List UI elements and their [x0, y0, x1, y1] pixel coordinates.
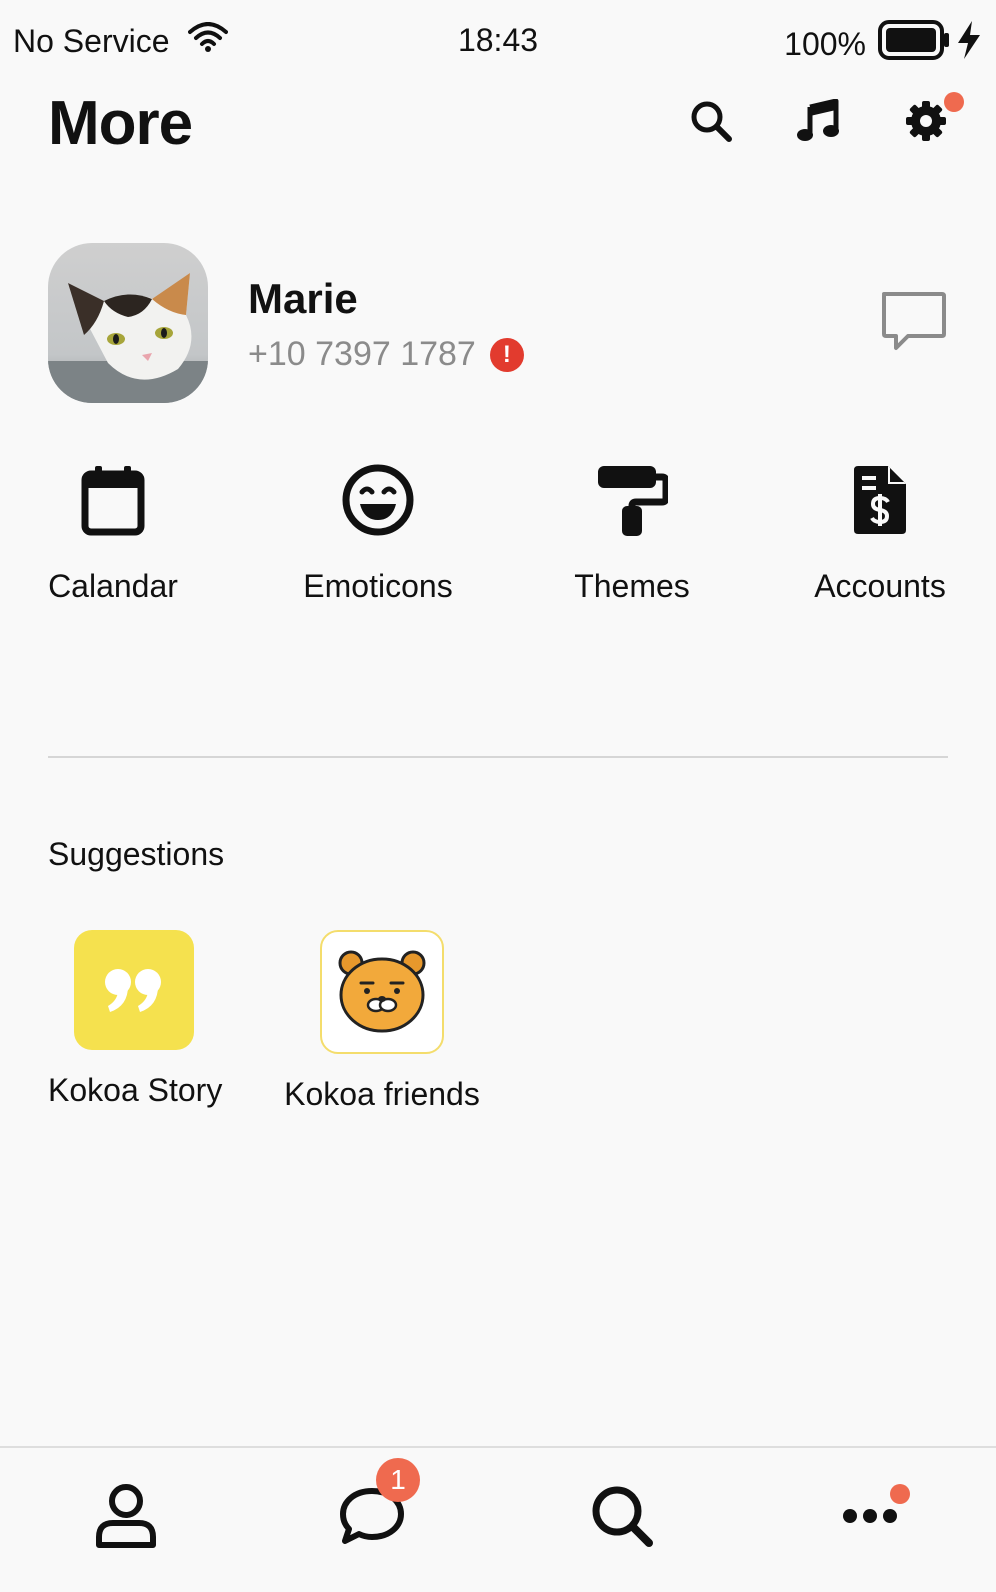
- settings-notification-dot: [944, 92, 964, 112]
- tab-search[interactable]: [582, 1478, 662, 1558]
- suggestion-label: Kokoa Story: [48, 1072, 223, 1108]
- message-bubble-icon: [878, 292, 948, 362]
- suggestions-title: Suggestions: [48, 836, 225, 872]
- battery-group: 100%: [784, 20, 982, 68]
- battery-icon: [878, 20, 950, 68]
- battery-percent: 100%: [784, 25, 866, 62]
- person-icon: [95, 1483, 157, 1554]
- profile-name: Marie: [248, 275, 358, 322]
- music-icon: [796, 98, 840, 148]
- quick-item-emoticons[interactable]: Emoticons: [268, 460, 488, 605]
- tab-bar: 1: [0, 1446, 996, 1592]
- tab-friends[interactable]: [86, 1478, 166, 1558]
- settings-button[interactable]: [898, 92, 964, 151]
- suggestion-label: Kokoa friends: [284, 1076, 480, 1112]
- more-dots-icon: [842, 1508, 898, 1529]
- quick-item-label: Themes: [574, 568, 690, 604]
- paint-roller-icon: [522, 460, 742, 540]
- quick-item-calendar[interactable]: Calandar: [3, 460, 223, 605]
- gear-icon: [904, 99, 948, 148]
- search-icon: [689, 99, 733, 148]
- suggestion-kokoa-friends[interactable]: Kokoa friends: [282, 930, 482, 1113]
- calendar-icon: [3, 460, 223, 540]
- quick-item-themes[interactable]: Themes: [522, 460, 742, 605]
- quick-item-label: Accounts: [814, 568, 946, 604]
- avatar[interactable]: [48, 243, 208, 403]
- tab-chats[interactable]: 1: [332, 1458, 420, 1558]
- profile-card[interactable]: Marie +10 7397 1787 !: [48, 243, 948, 405]
- quick-item-accounts[interactable]: Accounts: [770, 460, 990, 605]
- bear-face-icon: [320, 930, 444, 1054]
- search-icon: [589, 1483, 655, 1554]
- more-notification-dot: [890, 1484, 910, 1504]
- tab-more[interactable]: [830, 1478, 910, 1558]
- profile-phone: +10 7397 1787: [248, 335, 476, 373]
- header-actions: [0, 92, 996, 155]
- charging-bolt-icon: [956, 21, 982, 67]
- profile-phone-row: +10 7397 1787 !: [248, 335, 524, 374]
- alert-icon[interactable]: !: [489, 337, 524, 372]
- invoice-dollar-icon: [770, 460, 990, 540]
- chat-unread-badge: 1: [376, 1458, 420, 1502]
- emoticon-icon: [268, 460, 488, 540]
- quick-item-label: Calandar: [48, 568, 178, 604]
- music-button[interactable]: [790, 95, 846, 151]
- header-search-button[interactable]: [683, 95, 739, 151]
- profile-chat-button[interactable]: [878, 288, 948, 358]
- suggestion-kokoa-story[interactable]: Kokoa Story: [48, 930, 223, 1109]
- quote-icon: [74, 930, 194, 1050]
- status-bar: No Service 18:43 100%: [0, 0, 996, 86]
- section-divider: [48, 756, 948, 758]
- quick-item-label: Emoticons: [303, 568, 453, 604]
- quick-menu: Calandar Emoticons Themes Accounts: [0, 460, 996, 620]
